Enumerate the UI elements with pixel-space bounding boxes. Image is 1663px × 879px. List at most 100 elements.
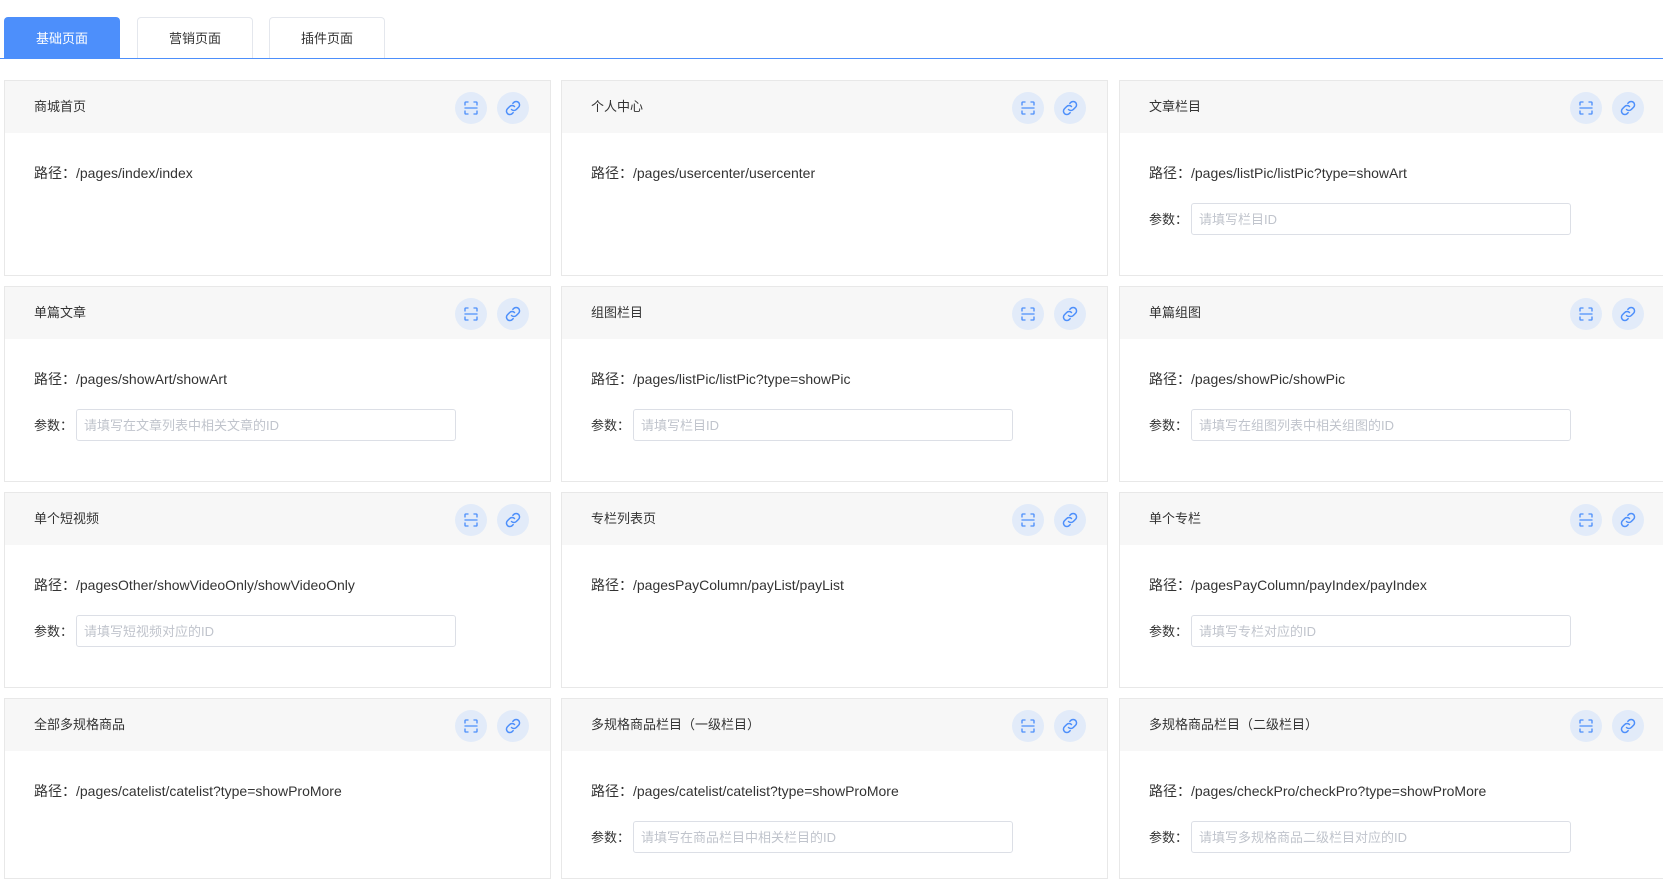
card-title: 单个短视频 <box>34 511 100 526</box>
page-card: 全部多规格商品 路径：/pages/catelist/catelist?type=… <box>4 698 551 879</box>
card-title: 组图栏目 <box>591 305 644 320</box>
scan-icon[interactable] <box>455 710 487 742</box>
card-header: 多规格商品栏目（二级栏目） <box>1120 699 1663 751</box>
param-label: 参数： <box>1149 624 1189 639</box>
path-value: /pages/showArt/showArt <box>76 371 227 387</box>
param-input[interactable] <box>1191 203 1571 235</box>
card-path: 路径：/pages/index/index <box>34 163 193 183</box>
param-input[interactable] <box>1191 615 1571 647</box>
param-row: 参数： <box>591 409 1013 443</box>
card-header: 个人中心 <box>562 81 1107 133</box>
page-card: 文章栏目路径：/pages/listPic/listPic?type=showA… <box>1119 80 1663 276</box>
path-label: 路径： <box>591 577 633 593</box>
param-label: 参数： <box>34 624 74 639</box>
scan-icon[interactable] <box>1570 504 1602 536</box>
path-value: /pages/checkPro/checkPro?type=showProMor… <box>1191 783 1487 799</box>
link-icon[interactable] <box>1612 710 1644 742</box>
link-icon[interactable] <box>1054 504 1086 536</box>
card-title: 多规格商品栏目（一级栏目） <box>591 717 761 732</box>
link-icon[interactable] <box>497 298 529 330</box>
path-label: 路径： <box>591 165 633 181</box>
path-value: /pagesPayColumn/payList/payList <box>633 577 844 593</box>
param-row: 参数： <box>34 615 456 649</box>
param-label: 参数： <box>1149 418 1189 433</box>
param-label: 参数： <box>591 418 631 433</box>
page-card: 专栏列表页路径：/pagesPayColumn/payList/payList <box>561 492 1108 688</box>
param-input[interactable] <box>633 409 1013 441</box>
tab-plugin-pages[interactable]: 插件页面 <box>269 17 385 58</box>
card-title: 文章栏目 <box>1149 99 1202 114</box>
param-input[interactable] <box>1191 821 1571 853</box>
card-header: 专栏列表页 <box>562 493 1107 545</box>
param-label: 参数： <box>591 830 631 845</box>
path-label: 路径： <box>1149 165 1191 181</box>
link-icon[interactable] <box>1612 504 1644 536</box>
card-path: 路径：/pages/showArt/showArt <box>34 369 227 389</box>
path-label: 路径： <box>34 783 76 799</box>
path-label: 路径： <box>34 371 76 387</box>
path-label: 路径： <box>34 577 76 593</box>
page-card: 单篇组图路径：/pages/showPic/showPic 参数： <box>1119 286 1663 482</box>
card-title: 多规格商品栏目（二级栏目） <box>1149 717 1319 732</box>
card-header: 单个短视频 <box>5 493 550 545</box>
scan-icon[interactable] <box>455 92 487 124</box>
card-path: 路径：/pagesPayColumn/payIndex/payIndex <box>1149 575 1427 595</box>
scan-icon[interactable] <box>455 504 487 536</box>
card-path: 路径：/pages/catelist/catelist?type=showPro… <box>591 781 899 801</box>
card-path: 路径：/pages/checkPro/checkPro?type=showPro… <box>1149 781 1486 801</box>
path-label: 路径： <box>591 371 633 387</box>
link-icon[interactable] <box>497 92 529 124</box>
link-icon[interactable] <box>1054 298 1086 330</box>
param-label: 参数： <box>1149 212 1189 227</box>
param-row: 参数： <box>34 409 456 443</box>
param-input[interactable] <box>1191 409 1571 441</box>
card-header: 单篇文章 <box>5 287 550 339</box>
path-value: /pagesPayColumn/payIndex/payIndex <box>1191 577 1427 593</box>
card-title: 全部多规格商品 <box>34 717 126 732</box>
scan-icon[interactable] <box>1012 710 1044 742</box>
card-header: 多规格商品栏目（一级栏目） <box>562 699 1107 751</box>
scan-icon[interactable] <box>1570 710 1602 742</box>
path-value: /pages/usercenter/usercenter <box>633 165 816 181</box>
param-label: 参数： <box>1149 830 1189 845</box>
param-row: 参数： <box>1149 409 1571 443</box>
scan-icon[interactable] <box>1012 504 1044 536</box>
link-icon[interactable] <box>1612 92 1644 124</box>
link-icon[interactable] <box>497 710 529 742</box>
link-icon[interactable] <box>1612 298 1644 330</box>
card-header: 全部多规格商品 <box>5 699 550 751</box>
link-icon[interactable] <box>1054 710 1086 742</box>
param-row: 参数： <box>1149 615 1571 649</box>
scan-icon[interactable] <box>1570 92 1602 124</box>
page-card: 个人中心路径：/pages/usercenter/usercenter <box>561 80 1108 276</box>
card-header: 文章栏目 <box>1120 81 1663 133</box>
path-value: /pages/listPic/listPic?type=showArt <box>1191 165 1407 181</box>
scan-icon[interactable] <box>1012 92 1044 124</box>
scan-icon[interactable] <box>455 298 487 330</box>
tab-basic-pages[interactable]: 基础页面 <box>4 17 120 58</box>
tab-marketing-pages[interactable]: 营销页面 <box>137 17 253 58</box>
path-value: /pages/showPic/showPic <box>1191 371 1346 387</box>
page-card: 多规格商品栏目（二级栏目） 路径：/pages/checkPro/checkPro… <box>1119 698 1663 879</box>
card-path: 路径：/pages/listPic/listPic?type=showArt <box>1149 163 1407 183</box>
path-label: 路径： <box>34 165 76 181</box>
param-input[interactable] <box>76 409 456 441</box>
path-label: 路径： <box>1149 577 1191 593</box>
link-icon[interactable] <box>497 504 529 536</box>
link-icon[interactable] <box>1054 92 1086 124</box>
card-path: 路径：/pages/usercenter/usercenter <box>591 163 815 183</box>
param-row: 参数： <box>591 821 1013 855</box>
scan-icon[interactable] <box>1012 298 1044 330</box>
card-title: 单篇文章 <box>34 305 87 320</box>
card-header: 商城首页 <box>5 81 550 133</box>
card-header: 单篇组图 <box>1120 287 1663 339</box>
scan-icon[interactable] <box>1570 298 1602 330</box>
param-input[interactable] <box>76 615 456 647</box>
path-label: 路径： <box>1149 783 1191 799</box>
path-value: /pages/catelist/catelist?type=showProMor… <box>76 783 342 799</box>
card-path: 路径：/pages/showPic/showPic <box>1149 369 1345 389</box>
param-input[interactable] <box>633 821 1013 853</box>
tab-underline <box>0 58 1663 59</box>
path-value: /pagesOther/showVideoOnly/showVideoOnly <box>76 577 355 593</box>
card-title: 商城首页 <box>34 99 87 114</box>
